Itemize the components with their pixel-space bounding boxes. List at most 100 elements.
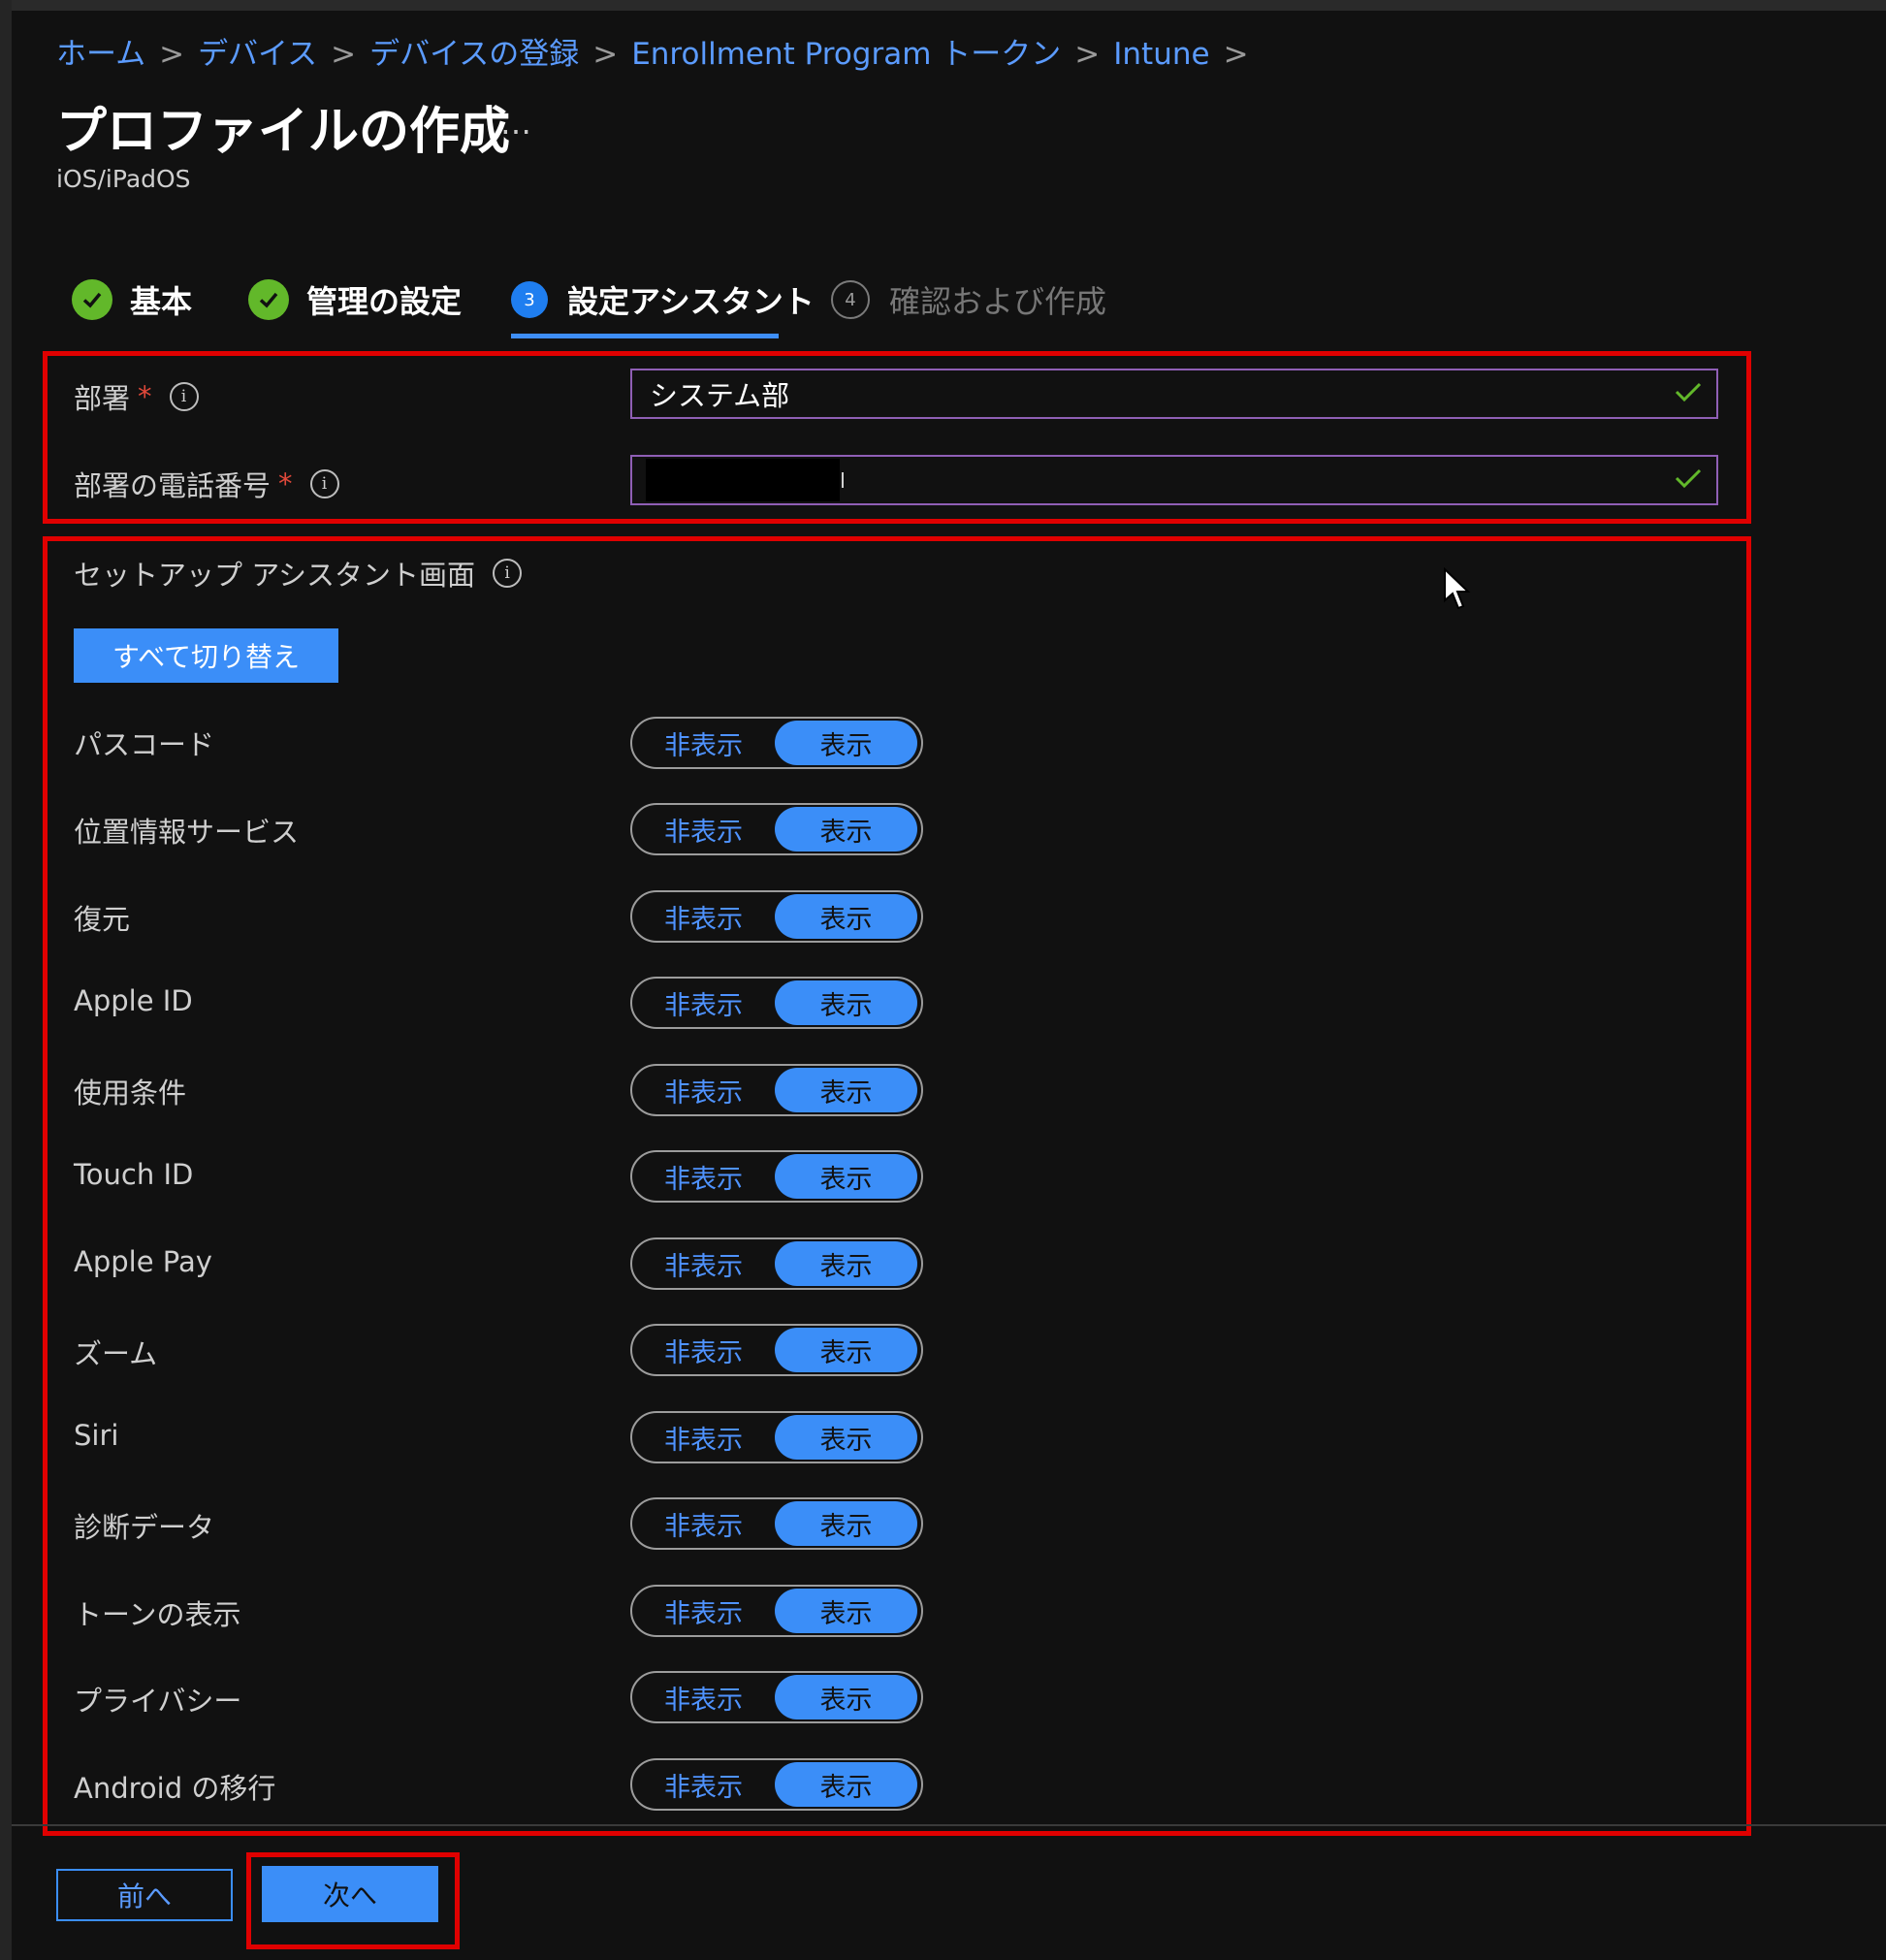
- window-top-edge: [0, 0, 1886, 11]
- hide-option[interactable]: 非表示: [632, 1326, 775, 1374]
- mouse-pointer-icon: [1443, 566, 1472, 616]
- hide-option[interactable]: 非表示: [632, 805, 775, 853]
- apple-id-toggle[interactable]: 非表示 表示: [630, 977, 923, 1029]
- hide-option[interactable]: 非表示: [632, 1499, 775, 1548]
- row-label-touch-id: Touch ID: [74, 1158, 194, 1191]
- show-option[interactable]: 表示: [775, 1501, 917, 1546]
- text-caret: [842, 472, 844, 488]
- diagnostics-toggle[interactable]: 非表示 表示: [630, 1497, 923, 1550]
- hide-option[interactable]: 非表示: [632, 979, 775, 1027]
- touch-id-toggle[interactable]: 非表示 表示: [630, 1150, 923, 1203]
- hide-option[interactable]: 非表示: [632, 1413, 775, 1462]
- display-tone-toggle[interactable]: 非表示 表示: [630, 1585, 923, 1637]
- siri-toggle[interactable]: 非表示 表示: [630, 1411, 923, 1463]
- row-label-terms: 使用条件: [74, 1076, 187, 1109]
- department-input[interactable]: システム部: [630, 369, 1718, 419]
- hide-option[interactable]: 非表示: [632, 1587, 775, 1635]
- zoom-toggle[interactable]: 非表示 表示: [630, 1324, 923, 1376]
- hide-option[interactable]: 非表示: [632, 1239, 775, 1288]
- window-left-edge: [0, 0, 12, 1960]
- breadcrumb-home[interactable]: ホーム: [56, 37, 145, 72]
- info-icon[interactable]: i: [493, 559, 523, 588]
- row-label-display-tone: トーンの表示: [74, 1598, 241, 1631]
- hide-option[interactable]: 非表示: [632, 719, 775, 767]
- hide-option[interactable]: 非表示: [632, 1066, 775, 1114]
- show-option[interactable]: 表示: [775, 1762, 917, 1807]
- breadcrumb-device-enrollment[interactable]: デバイスの登録: [369, 37, 579, 72]
- show-option[interactable]: 表示: [775, 1328, 917, 1372]
- required-mark: *: [138, 380, 152, 413]
- row-label-location-services: 位置情報サービス: [74, 816, 300, 849]
- page-subtitle: iOS/iPadOS: [56, 165, 191, 193]
- row-label-diagnostics: 診断データ: [74, 1511, 215, 1544]
- step-review-create[interactable]: 4 確認および作成: [831, 277, 1106, 322]
- step-label: 設定アシスタント: [567, 283, 815, 320]
- active-step-underline: [511, 334, 779, 338]
- hide-option[interactable]: 非表示: [632, 1673, 775, 1721]
- info-icon[interactable]: i: [169, 382, 199, 411]
- apple-pay-toggle[interactable]: 非表示 表示: [630, 1237, 923, 1290]
- show-option[interactable]: 表示: [775, 1415, 917, 1460]
- show-option[interactable]: 表示: [775, 894, 917, 939]
- hide-option[interactable]: 非表示: [632, 892, 775, 941]
- row-label-siri: Siri: [74, 1419, 119, 1452]
- show-option[interactable]: 表示: [775, 1675, 917, 1719]
- android-migration-toggle[interactable]: 非表示 表示: [630, 1758, 923, 1811]
- row-label-privacy: プライバシー: [74, 1685, 242, 1718]
- passcode-toggle[interactable]: 非表示 表示: [630, 717, 923, 769]
- valid-check-icon: [1674, 377, 1703, 411]
- row-label-zoom: ズーム: [74, 1337, 158, 1370]
- breadcrumb-devices[interactable]: デバイス: [198, 37, 317, 72]
- show-option[interactable]: 表示: [775, 807, 917, 851]
- step-number: 3: [511, 281, 548, 318]
- show-option[interactable]: 表示: [775, 1154, 917, 1199]
- show-option[interactable]: 表示: [775, 1068, 917, 1112]
- breadcrumb-intune[interactable]: Intune: [1113, 37, 1209, 72]
- next-button[interactable]: 次へ: [262, 1866, 438, 1922]
- chevron-right-icon: >: [1074, 37, 1101, 72]
- checkmark-icon: [248, 279, 289, 320]
- show-option[interactable]: 表示: [775, 1241, 917, 1286]
- step-management-settings[interactable]: 管理の設定: [248, 277, 462, 322]
- show-option[interactable]: 表示: [775, 721, 917, 765]
- footer-divider: [12, 1824, 1886, 1826]
- show-option[interactable]: 表示: [775, 1589, 917, 1633]
- step-label: 基本: [130, 283, 193, 320]
- row-label-android-migration: Android の移行: [74, 1772, 276, 1805]
- location-services-toggle[interactable]: 非表示 表示: [630, 803, 923, 855]
- department-label-text: 部署: [74, 382, 131, 415]
- restore-toggle[interactable]: 非表示 表示: [630, 890, 923, 943]
- redacted-value: [646, 459, 840, 501]
- department-phone-label: 部署の電話番号 * i: [74, 464, 339, 504]
- step-basics[interactable]: 基本: [72, 277, 192, 322]
- hide-option[interactable]: 非表示: [632, 1760, 775, 1809]
- breadcrumb: ホーム > デバイス > デバイスの登録 > Enrollment Program トークン…: [56, 29, 1263, 73]
- section-label-text: セットアップ アシスタント画面: [74, 559, 476, 592]
- toggle-all-button[interactable]: すべて切り替え: [74, 628, 338, 683]
- chevron-right-icon: >: [1223, 37, 1249, 72]
- required-mark: *: [278, 467, 293, 500]
- page-title: プロファイルの作成: [56, 103, 511, 161]
- step-label: 確認および作成: [889, 283, 1107, 320]
- row-label-apple-id: Apple ID: [74, 984, 193, 1017]
- valid-check-icon: [1674, 464, 1703, 498]
- show-option[interactable]: 表示: [775, 980, 917, 1025]
- row-label-restore: 復元: [74, 903, 131, 936]
- department-phone-label-text: 部署の電話番号: [74, 469, 272, 502]
- department-phone-input[interactable]: [630, 455, 1718, 505]
- breadcrumb-enrollment-program-token[interactable]: Enrollment Program トークン: [631, 37, 1061, 72]
- step-label: 管理の設定: [306, 283, 463, 320]
- previous-button[interactable]: 前へ: [56, 1869, 233, 1921]
- setup-assistant-screens-label: セットアップ アシスタント画面 i: [74, 553, 523, 594]
- step-number: 4: [831, 280, 870, 319]
- info-icon[interactable]: i: [309, 469, 339, 498]
- department-value: システム部: [650, 379, 790, 412]
- terms-toggle[interactable]: 非表示 表示: [630, 1064, 923, 1116]
- chevron-right-icon: >: [159, 37, 185, 72]
- chevron-right-icon: >: [592, 37, 619, 72]
- privacy-toggle[interactable]: 非表示 表示: [630, 1671, 923, 1723]
- more-options-button[interactable]: …: [500, 105, 531, 142]
- step-setup-assistant[interactable]: 3 設定アシスタント: [511, 277, 815, 322]
- department-label: 部署 * i: [74, 376, 199, 417]
- hide-option[interactable]: 非表示: [632, 1152, 775, 1201]
